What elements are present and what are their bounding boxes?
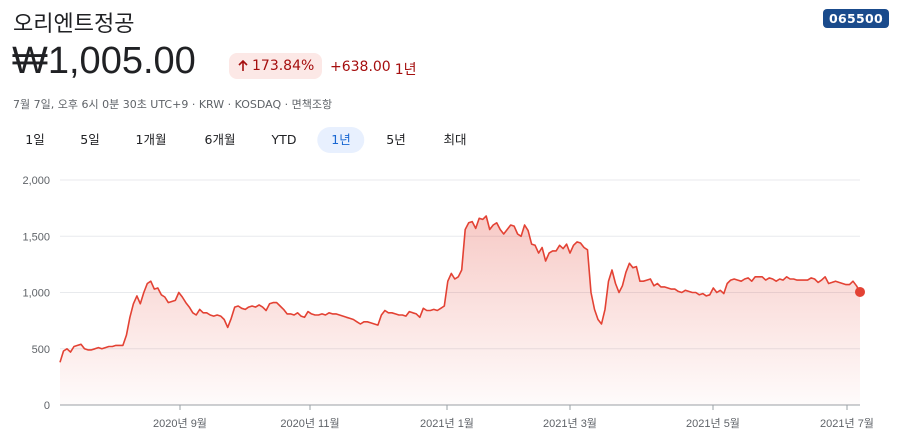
absolute-change: +638.00 1년	[330, 59, 417, 79]
current-price: ₩1,005.00	[12, 40, 196, 82]
tab-1m[interactable]: 1개월	[122, 127, 181, 153]
x-tick-label: 2021년 3월	[543, 417, 597, 430]
x-tick-label: 2020년 11월	[280, 417, 339, 430]
x-tick-label: 2021년 1월	[420, 417, 474, 430]
tab-1d[interactable]: 1일	[11, 127, 58, 153]
tab-5y[interactable]: 5년	[372, 127, 419, 153]
y-tick-label: 1,500	[22, 231, 50, 243]
y-tick-label: 0	[44, 400, 50, 412]
tab-ytd[interactable]: YTD	[258, 127, 311, 153]
percent-change-chip: 173.84%	[229, 53, 323, 79]
tab-1y[interactable]: 1년	[317, 127, 365, 153]
price-chart[interactable]: 0 500 1,000 1,500 2,000 2020년 9월 2020년 11월 202…	[0, 160, 897, 444]
y-tick-label: 1,000	[22, 288, 50, 300]
last-price-marker[interactable]	[855, 286, 865, 297]
x-tick-label: 2021년 7월	[820, 417, 874, 430]
tab-max[interactable]: 최대	[429, 127, 480, 153]
change-value: +638.00	[330, 59, 391, 75]
y-tick-label: 500	[32, 344, 50, 356]
ticker-badge[interactable]: 065500	[823, 9, 889, 28]
tab-5d[interactable]: 5일	[66, 127, 113, 153]
percent-change-value: 173.84%	[252, 58, 315, 74]
quote-meta: 7월 7일, 오후 6시 0분 30초 UTC+9 · KRW · KOSDAQ…	[13, 98, 333, 111]
tab-6m[interactable]: 6개월	[191, 127, 250, 153]
change-period: 1년	[394, 62, 417, 78]
x-tick-label: 2020년 9월	[153, 417, 207, 430]
price-area	[60, 216, 860, 405]
stock-name: 오리엔트정공	[13, 12, 135, 37]
x-tick-label: 2021년 5월	[686, 417, 740, 430]
arrow-up-icon	[238, 60, 248, 71]
y-tick-label: 2,000	[22, 175, 50, 187]
